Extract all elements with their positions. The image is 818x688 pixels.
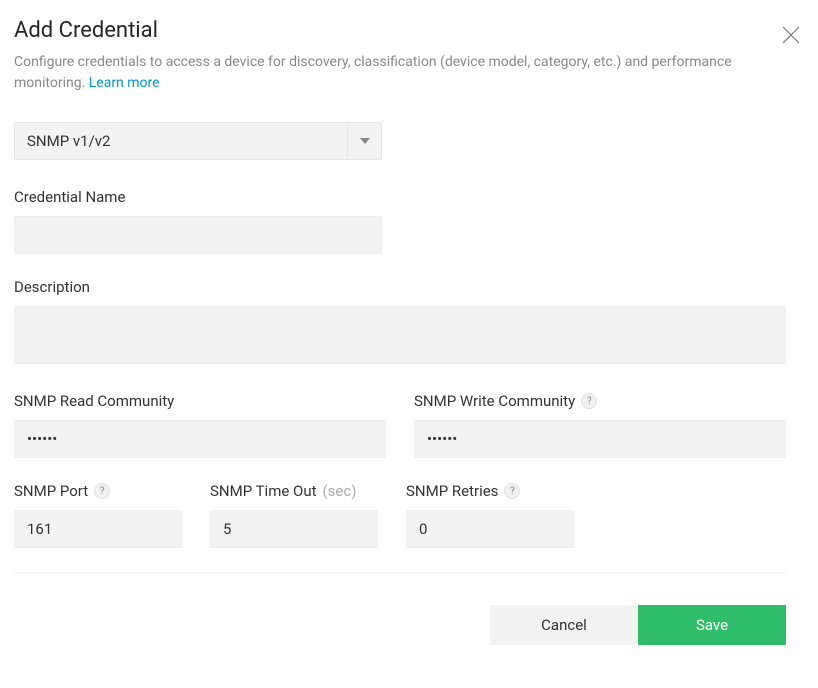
close-icon: [782, 29, 800, 48]
snmp-write-community-label: SNMP Write Community: [414, 392, 575, 410]
close-button[interactable]: [778, 22, 804, 52]
chevron-down-icon: [347, 123, 381, 159]
description-input[interactable]: [14, 306, 786, 364]
save-button[interactable]: Save: [638, 605, 786, 645]
help-icon[interactable]: ?: [94, 483, 110, 499]
snmp-read-community-input[interactable]: [14, 420, 386, 458]
credential-name-input[interactable]: [14, 216, 382, 254]
snmp-retries-label: SNMP Retries: [406, 482, 498, 500]
snmp-timeout-hint: (sec): [323, 482, 357, 500]
snmp-read-community-label: SNMP Read Community: [14, 392, 174, 410]
snmp-port-label: SNMP Port: [14, 482, 88, 500]
credential-type-value: SNMP v1/v2: [15, 123, 347, 159]
snmp-write-community-input[interactable]: [414, 420, 786, 458]
credential-name-label: Credential Name: [14, 188, 804, 206]
description-label: Description: [14, 278, 786, 296]
snmp-timeout-label: SNMP Time Out: [210, 482, 317, 500]
snmp-timeout-input[interactable]: [210, 510, 378, 548]
credential-type-select[interactable]: SNMP v1/v2: [14, 122, 382, 160]
page-subtitle: Configure credentials to access a device…: [14, 52, 804, 94]
help-icon[interactable]: ?: [504, 483, 520, 499]
snmp-port-input[interactable]: [14, 510, 182, 548]
snmp-retries-input[interactable]: [406, 510, 574, 548]
help-icon[interactable]: ?: [581, 393, 597, 409]
cancel-button[interactable]: Cancel: [490, 605, 638, 645]
learn-more-link[interactable]: Learn more: [89, 75, 160, 91]
page-title: Add Credential: [14, 18, 158, 43]
divider: [14, 572, 786, 573]
